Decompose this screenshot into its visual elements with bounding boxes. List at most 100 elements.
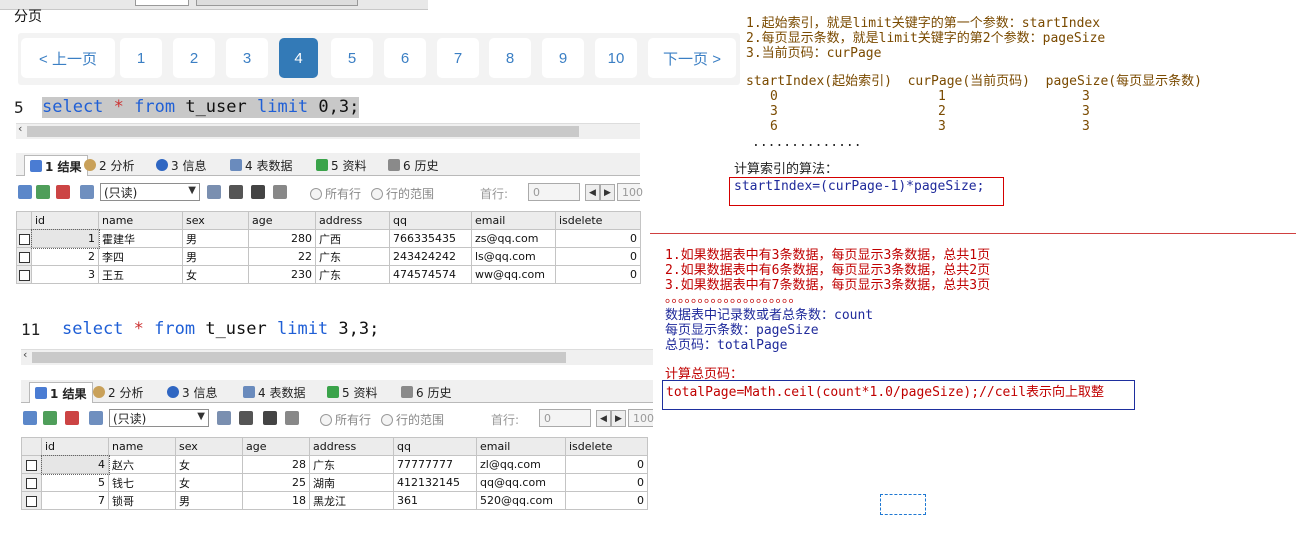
cell[interactable]: 女 xyxy=(175,473,243,492)
delete-row-icon[interactable] xyxy=(65,411,79,425)
cell[interactable]: 25 xyxy=(242,473,310,492)
row-checkbox[interactable] xyxy=(21,491,42,510)
cell[interactable]: 22 xyxy=(248,247,316,266)
readonly-select[interactable]: (只读) ▼ xyxy=(109,409,209,427)
cell[interactable]: ls@qq.com xyxy=(471,247,556,266)
save-icon[interactable] xyxy=(239,411,253,425)
table-row[interactable]: 5 钱七 女 25 湖南 412132145 qq@qq.com 0 xyxy=(21,473,648,492)
tab-result[interactable]: 1 结果 xyxy=(24,155,88,176)
column-header[interactable]: address xyxy=(315,211,390,230)
column-header[interactable]: email xyxy=(471,211,556,230)
tab-info[interactable]: 3 信息 xyxy=(156,155,206,175)
scroll-left-icon[interactable]: ‹ xyxy=(18,122,22,135)
cell[interactable]: 广西 xyxy=(315,229,390,248)
cell[interactable]: 412132145 xyxy=(393,473,477,492)
column-header[interactable]: isdelete xyxy=(565,437,648,456)
cell[interactable]: 361 xyxy=(393,491,477,510)
row-count-input[interactable]: 100 xyxy=(628,409,654,427)
cell[interactable]: 18 xyxy=(242,491,310,510)
first-row-input[interactable]: 0 xyxy=(528,183,580,201)
cell[interactable]: 243424242 xyxy=(389,247,472,266)
strip-button[interactable] xyxy=(196,0,358,6)
cell[interactable]: 0 xyxy=(555,247,641,266)
cell[interactable]: 赵六 xyxy=(108,455,176,474)
sql-editor-line[interactable]: select * from t_user limit 3,3; xyxy=(62,319,379,340)
column-header[interactable]: name xyxy=(108,437,176,456)
cell[interactable]: 0 xyxy=(565,473,648,492)
first-row-input[interactable]: 0 xyxy=(539,409,591,427)
column-header[interactable]: age xyxy=(248,211,316,230)
cell[interactable]: 0 xyxy=(565,491,648,510)
table-row[interactable]: 1 霍建华 男 280 广西 766335435 zs@qq.com 0 xyxy=(16,228,641,249)
prev-page-button[interactable]: < 上一页 xyxy=(21,38,115,78)
export-icon[interactable] xyxy=(23,411,37,425)
copy-row-icon[interactable] xyxy=(89,411,103,425)
cell[interactable]: ww@qq.com xyxy=(471,265,556,284)
tab-analysis[interactable]: 2 分析 xyxy=(84,155,134,175)
tab-table-data[interactable]: 4 表数据 xyxy=(230,155,292,175)
sql-editor-line[interactable]: select * from t_user limit 0,3; xyxy=(42,97,360,118)
tab-analysis[interactable]: 2 分析 xyxy=(93,382,143,402)
scroll-left-icon[interactable]: ‹ xyxy=(23,348,27,361)
cell[interactable]: 男 xyxy=(182,247,249,266)
cell[interactable]: 3 xyxy=(31,265,99,284)
cell[interactable]: 锁哥 xyxy=(108,491,176,510)
prev-row-icon[interactable]: ◀ xyxy=(585,184,600,201)
radio-row-range[interactable]: 行的范围 xyxy=(381,411,444,428)
cell[interactable]: qq@qq.com xyxy=(476,473,566,492)
page-button-8[interactable]: 8 xyxy=(489,38,531,78)
page-button-9[interactable]: 9 xyxy=(542,38,584,78)
copy-row-icon[interactable] xyxy=(80,185,94,199)
column-header[interactable]: qq xyxy=(393,437,477,456)
cell[interactable]: 474574574 xyxy=(389,265,472,284)
cell[interactable]: 女 xyxy=(182,265,249,284)
cell[interactable]: 5 xyxy=(41,473,109,492)
cell[interactable]: 李四 xyxy=(98,247,183,266)
cell[interactable]: 766335435 xyxy=(389,229,472,248)
next-page-button[interactable]: 下一页 > xyxy=(648,38,736,78)
column-header[interactable]: isdelete xyxy=(555,211,641,230)
table-row[interactable]: 4 赵六 女 28 广东 77777777 zl@qq.com 0 xyxy=(21,454,648,475)
scrollbar-thumb[interactable] xyxy=(32,352,566,363)
radio-row-range[interactable]: 行的范围 xyxy=(371,185,434,202)
column-header[interactable]: name xyxy=(98,211,183,230)
insert-row-icon[interactable] xyxy=(36,185,50,199)
radio-all-rows[interactable]: 所有行 xyxy=(310,185,361,202)
trash-icon[interactable] xyxy=(251,185,265,199)
prev-row-icon[interactable]: ◀ xyxy=(596,410,611,427)
page-button-5[interactable]: 5 xyxy=(331,38,373,78)
save-icon[interactable] xyxy=(229,185,243,199)
tab-profile[interactable]: 5 资料 xyxy=(327,382,377,402)
next-row-icon[interactable]: ▶ xyxy=(611,410,626,427)
tab-history[interactable]: 6 历史 xyxy=(388,155,438,175)
cell[interactable]: 广东 xyxy=(309,455,394,474)
tab-result[interactable]: 1 结果 xyxy=(29,382,93,403)
column-header[interactable]: email xyxy=(476,437,566,456)
cell[interactable]: 黑龙江 xyxy=(309,491,394,510)
cell[interactable]: 2 xyxy=(31,247,99,266)
cell[interactable]: 520@qq.com xyxy=(476,491,566,510)
row-checkbox[interactable] xyxy=(21,473,42,492)
column-header[interactable]: id xyxy=(31,211,99,230)
page-button-10[interactable]: 10 xyxy=(595,38,637,78)
row-checkbox[interactable] xyxy=(16,229,32,248)
refresh-icon[interactable] xyxy=(273,185,287,199)
row-checkbox[interactable] xyxy=(21,455,42,474)
cell[interactable]: 0 xyxy=(555,229,641,248)
page-button-6[interactable]: 6 xyxy=(384,38,426,78)
column-header[interactable]: sex xyxy=(182,211,249,230)
page-button-3[interactable]: 3 xyxy=(226,38,268,78)
cell[interactable]: 0 xyxy=(565,455,648,474)
page-button-7[interactable]: 7 xyxy=(437,38,479,78)
column-header[interactable]: sex xyxy=(175,437,243,456)
cell[interactable]: 男 xyxy=(175,491,243,510)
row-checkbox[interactable] xyxy=(16,265,32,284)
editor-horizontal-scrollbar[interactable]: ‹ xyxy=(21,348,653,365)
cell[interactable]: zl@qq.com xyxy=(476,455,566,474)
column-header[interactable]: qq xyxy=(389,211,472,230)
tab-profile[interactable]: 5 资料 xyxy=(316,155,366,175)
grid-view-icon[interactable] xyxy=(207,185,221,199)
tab-table-data[interactable]: 4 表数据 xyxy=(243,382,305,402)
selection-marquee[interactable] xyxy=(880,494,926,515)
next-row-icon[interactable]: ▶ xyxy=(600,184,615,201)
